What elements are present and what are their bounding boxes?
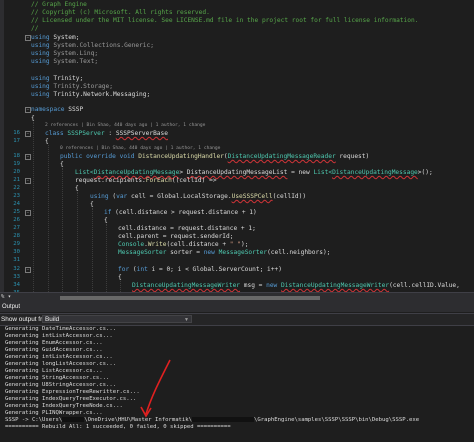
output-source-select[interactable]: Build ▼: [42, 315, 192, 323]
code-line-assign-distance: cell.distance = request.distance + 1;: [118, 225, 256, 232]
output-line: Generating PLINQWrapper.cs...: [5, 410, 103, 416]
redacted-username: [62, 417, 85, 422]
code-line-comment-2: // Copyright (c) Microsoft. All rights r…: [31, 9, 210, 16]
output-source-value: Build: [45, 316, 60, 323]
line-number: 26: [13, 217, 20, 223]
fold-toggle-for[interactable]: −: [25, 267, 31, 273]
line-number: 30: [13, 249, 20, 255]
code-line-writer: DistanceUpdatingMessageWriter msg = new …: [132, 282, 460, 289]
code-line-assign-parent: cell.parent = request.senderId;: [118, 233, 234, 240]
code-line-class-open: {: [45, 138, 49, 145]
line-number: 17: [13, 138, 20, 144]
indent-guide: [77, 192, 78, 292]
output-line: Generating intListAccessor.cs...: [5, 354, 113, 360]
line-number: 16: [13, 130, 20, 136]
code-line-using-trinity-storage: using Trinity.Storage;: [31, 83, 113, 90]
line-number: 18: [13, 153, 20, 159]
line-number: 29: [13, 241, 20, 247]
output-line: Generating longListAccessor.cs...: [5, 361, 117, 367]
code-line-list: List<DistanceUpdatingMessage> DistanceUp…: [75, 169, 433, 176]
line-number: 32: [13, 266, 20, 272]
code-line-comment-4: //: [31, 25, 39, 32]
code-line-class: class SSSPServer : SSSPServerBase: [45, 130, 168, 137]
code-line-using-linq: using System.Linq;: [31, 50, 99, 57]
code-line-if-open: {: [104, 217, 108, 224]
indent-guide: [92, 208, 93, 292]
fold-toggle-method[interactable]: −: [25, 154, 31, 160]
code-line-using-var: using (var cell = Global.LocalStorage.Us…: [90, 193, 307, 200]
output-line: Generating U8StringAccessor.cs...: [5, 382, 117, 388]
indent-guide: [33, 122, 34, 292]
code-line-sorter: MessageSorter sorter = new MessageSorter…: [118, 249, 331, 256]
output-line: Generating DateTimeAccessor.cs...: [5, 326, 117, 332]
line-number: 27: [13, 225, 20, 231]
indent-guide: [120, 281, 121, 292]
code-line-using-system: using System;: [31, 34, 80, 41]
output-line: Generating intListAccessor.cs...: [5, 333, 113, 339]
code-line-for: for (int i = 0; i < Global.ServerCount; …: [118, 266, 282, 273]
code-line-comment-1: // Graph Engine: [31, 1, 87, 8]
code-line-if: if (cell.distance > request.distance + 1…: [104, 209, 257, 216]
line-number: 19: [13, 161, 20, 167]
code-line-namespace-open: {: [31, 115, 35, 122]
output-build-summary: ========== Rebuild All: 1 succeeded, 0 f…: [5, 424, 231, 430]
output-line: Generating IndexQueryTreeNode.cs...: [5, 403, 123, 409]
output-toolbar: Show output from: Build ▼: [0, 313, 474, 326]
codelens-method[interactable]: 0 references | Bin Shao, 440 days ago | …: [60, 146, 220, 152]
output-line: Generating IndexQueryTreeExecutor.cs...: [5, 396, 137, 402]
output-line: Generating StringAccessor.cs...: [5, 375, 110, 381]
fold-toggle-class[interactable]: −: [25, 131, 31, 137]
output-text-area[interactable]: Generating DateTimeAccessor.cs... Genera…: [0, 326, 474, 442]
indent-guide: [62, 168, 63, 292]
chevron-down-icon: ▼: [184, 317, 189, 323]
line-number: 31: [13, 257, 20, 263]
code-line-using-trinity: using Trinity;: [31, 75, 84, 82]
code-line-using-text: using System.Text;: [31, 58, 99, 65]
code-line-using-var-open: {: [90, 201, 94, 208]
output-panel-title: Output: [0, 303, 474, 312]
line-number: 25: [13, 209, 20, 215]
output-line: Generating EnumAccessor.cs...: [5, 340, 103, 346]
code-line-comment-3: // Licensed under the MIT license. See L…: [31, 17, 419, 24]
code-line-using-collections: using System.Collections.Generic;: [31, 42, 154, 49]
code-line-console-write: Console.Write(cell.distance + " ");: [118, 241, 249, 248]
code-line-using-trinity-messaging: using Trinity.Network.Messaging;: [31, 91, 151, 98]
line-number: 23: [13, 193, 20, 199]
code-line-for-open: {: [118, 274, 122, 281]
code-line-method-open: {: [60, 161, 64, 168]
editor-horizontal-scrollbar[interactable]: % ▾: [0, 292, 474, 303]
line-number: 22: [13, 185, 20, 191]
line-number: 24: [13, 201, 20, 207]
code-editor[interactable]: // Graph Engine // Copyright (c) Microso…: [0, 0, 474, 292]
fold-toggle-if[interactable]: −: [25, 210, 31, 216]
zoom-level-dropdown[interactable]: % ▾: [1, 294, 11, 300]
output-line: Generating ExpressionTreeRewritter.cs...: [5, 389, 140, 395]
output-line: Generating ListAccessor.cs...: [5, 368, 103, 374]
code-line-foreach: request.recipients.ForEach((cellId) =>: [75, 177, 217, 184]
redacted-folder: [192, 417, 255, 422]
codelens-class[interactable]: 2 references | Bin Shao, 440 days ago | …: [45, 123, 205, 129]
scrollbar-thumb[interactable]: [60, 296, 320, 300]
fold-toggle-foreach[interactable]: −: [25, 178, 31, 184]
code-line-foreach-open: {: [75, 185, 79, 192]
line-number: 34: [13, 282, 20, 288]
indent-guide: [48, 145, 49, 292]
line-number: 33: [13, 274, 20, 280]
indent-guide: [106, 224, 107, 292]
line-number: 28: [13, 233, 20, 239]
output-line: Generating GuidAccessor.cs...: [5, 347, 103, 353]
code-line-namespace: namespace SSSP: [31, 106, 84, 113]
output-build-path-line: SSSP -> C:\Users\ \OneDrive\HHU\Master In…: [5, 417, 420, 423]
line-number: 21: [13, 177, 20, 183]
line-number: 20: [13, 169, 20, 175]
code-line-method: public override void DistanceUpdatingHan…: [60, 153, 370, 160]
